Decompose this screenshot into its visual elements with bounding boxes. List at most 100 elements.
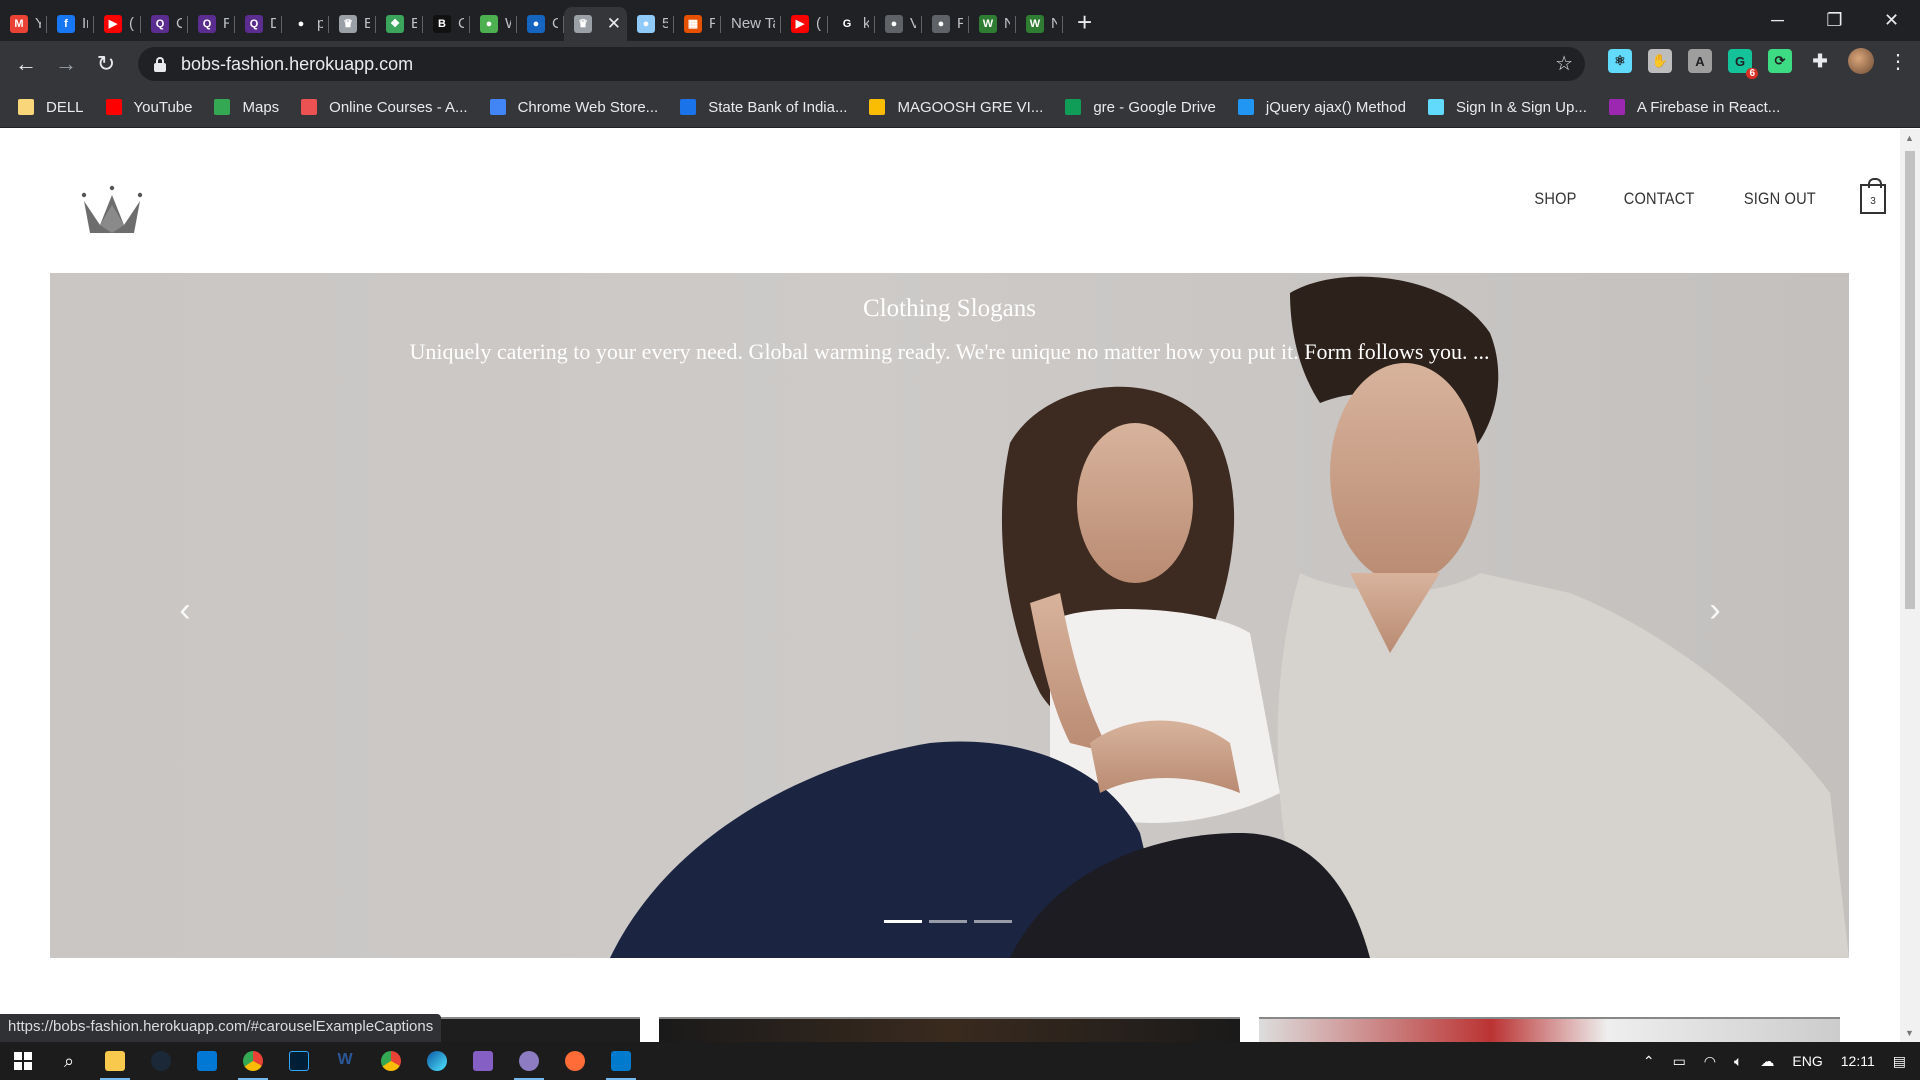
- puzzle-icon[interactable]: ✚: [1808, 49, 1832, 73]
- tab-favicon-icon: ●: [480, 14, 498, 33]
- browser-tab[interactable]: ● 50 (: [627, 7, 674, 41]
- taskbar-postman[interactable]: [552, 1042, 598, 1080]
- react-icon[interactable]: ⚛: [1608, 49, 1632, 73]
- taskbar-vscode[interactable]: [598, 1042, 644, 1080]
- taskbar-photoshop[interactable]: [276, 1042, 322, 1080]
- address-bar[interactable]: bobs-fashion.herokuapp.com ☆: [138, 47, 1585, 81]
- taskbar-app[interactable]: [506, 1042, 552, 1080]
- crown-logo-icon[interactable]: [80, 185, 144, 237]
- scrollbar-thumb[interactable]: [1905, 151, 1915, 609]
- bookmark-item[interactable]: MAGOOSH GRE VI...: [869, 99, 1043, 116]
- lock-icon[interactable]: [154, 57, 166, 72]
- browser-tab[interactable]: Gkarr: [828, 7, 875, 41]
- font-a-icon[interactable]: A: [1688, 49, 1712, 73]
- profile-avatar[interactable]: [1848, 48, 1874, 74]
- carousel-indicator[interactable]: [929, 920, 967, 923]
- nav-signout-link[interactable]: SIGN OUT: [1744, 189, 1816, 209]
- taskbar-chrome[interactable]: [230, 1042, 276, 1080]
- nav-shop-link[interactable]: SHOP: [1534, 189, 1576, 209]
- bookmark-item[interactable]: gre - Google Drive: [1065, 99, 1216, 116]
- wifi-icon[interactable]: ◠: [1704, 1053, 1716, 1070]
- taskbar-steam[interactable]: [138, 1042, 184, 1080]
- bookmark-star-icon[interactable]: ☆: [1555, 51, 1573, 76]
- forward-button[interactable]: →: [46, 44, 86, 84]
- extension-gray-icon[interactable]: ✋: [1648, 49, 1672, 73]
- category-card[interactable]: [1259, 1017, 1840, 1042]
- new-tab-button[interactable]: +: [1077, 7, 1092, 38]
- browser-tab[interactable]: W Nat: [1016, 7, 1063, 41]
- scroll-down-icon[interactable]: ▼: [1905, 1028, 1914, 1038]
- browser-tab[interactable]: ▶ (18: [781, 7, 828, 41]
- scroll-up-icon[interactable]: ▲: [1905, 133, 1914, 143]
- browser-tab[interactable]: f Ind: [47, 7, 94, 41]
- carousel-indicator[interactable]: [974, 920, 1012, 923]
- bookmark-item[interactable]: Maps: [214, 99, 279, 116]
- taskbar-vs[interactable]: [460, 1042, 506, 1080]
- browser-tab[interactable]: New Tab: [721, 7, 781, 41]
- bookmark-item[interactable]: jQuery ajax() Method: [1237, 99, 1406, 116]
- onedrive-icon[interactable]: ☁: [1760, 1053, 1774, 1070]
- browser-tab[interactable]: ▶ (18: [94, 7, 141, 41]
- start-button[interactable]: [0, 1042, 46, 1080]
- bookmark-item[interactable]: State Bank of India...: [680, 99, 847, 116]
- reload-button[interactable]: ↻: [86, 44, 126, 84]
- browser-tab[interactable]: ● Viev: [875, 7, 922, 41]
- bookmark-item[interactable]: Online Courses - A...: [301, 99, 468, 116]
- volume-icon[interactable]: 🔈︎: [1734, 1053, 1742, 1070]
- category-card[interactable]: [440, 1017, 640, 1042]
- browser-tab[interactable]: ♛ ✕: [564, 6, 627, 41]
- bookmark-item[interactable]: YouTube: [105, 99, 192, 116]
- chevron-left-icon: ‹: [179, 590, 191, 629]
- search-icon: ⌕: [63, 1050, 75, 1071]
- green-ext-icon[interactable]: ⟳: [1768, 49, 1792, 73]
- page-scrollbar[interactable]: ▲ ▼: [1900, 129, 1920, 1042]
- browser-tab[interactable]: ● Wat: [470, 7, 517, 41]
- tab-label: Dov: [270, 15, 276, 32]
- taskbar-mail[interactable]: [184, 1042, 230, 1080]
- tab-close-icon[interactable]: ✕: [601, 14, 621, 34]
- browser-tab[interactable]: Q Res: [188, 7, 235, 41]
- taskbar-file-explorer[interactable]: [92, 1042, 138, 1080]
- bookmark-item[interactable]: Sign In & Sign Up...: [1427, 99, 1587, 116]
- category-card[interactable]: [659, 1017, 1240, 1042]
- url-text[interactable]: bobs-fashion.herokuapp.com: [181, 54, 413, 75]
- search-button[interactable]: ⌕: [46, 1042, 92, 1080]
- browser-tab[interactable]: ♛ BoE: [329, 7, 376, 41]
- browser-tab[interactable]: B CSS: [423, 7, 470, 41]
- browser-tab[interactable]: ❖ Boo: [376, 7, 423, 41]
- carousel-next-control[interactable]: ›: [1695, 590, 1735, 630]
- browser-tab[interactable]: ▦ POI: [674, 7, 721, 41]
- notifications-icon[interactable]: ▤: [1893, 1053, 1906, 1070]
- browser-tab[interactable]: ● Per: [922, 7, 969, 41]
- restore-button[interactable]: ❐: [1806, 0, 1863, 41]
- bookmark-item[interactable]: DELL: [18, 99, 84, 116]
- taskbar-edge[interactable]: [414, 1042, 460, 1080]
- nav-contact-link[interactable]: CONTACT: [1624, 189, 1695, 209]
- grammarly-icon[interactable]: G6: [1728, 49, 1758, 79]
- extension-badge: 6: [1746, 68, 1758, 79]
- close-window-button[interactable]: ✕: [1863, 0, 1920, 41]
- back-button[interactable]: ←: [6, 44, 46, 84]
- bookmark-item[interactable]: A Firebase in React...: [1608, 99, 1780, 116]
- menu-kebab-icon[interactable]: ⋮: [1888, 49, 1908, 74]
- word-icon: W: [335, 1051, 355, 1071]
- minimize-button[interactable]: ─: [1749, 0, 1806, 41]
- battery-icon[interactable]: ▭: [1673, 1053, 1686, 1070]
- browser-tab[interactable]: Q Dov: [235, 7, 282, 41]
- taskbar-word[interactable]: W: [322, 1042, 368, 1080]
- browser-tab[interactable]: Q Coc: [141, 7, 188, 41]
- chevron-up-icon[interactable]: ⌃: [1643, 1053, 1655, 1070]
- bookmark-item[interactable]: Chrome Web Store...: [489, 99, 658, 116]
- shopping-bag-icon[interactable]: 3: [1860, 178, 1886, 214]
- browser-tab[interactable]: ● pra: [282, 7, 329, 41]
- browser-tab[interactable]: M You: [0, 7, 47, 41]
- carousel-indicator[interactable]: [884, 920, 922, 923]
- taskbar-chrome-profile[interactable]: [368, 1042, 414, 1080]
- clock[interactable]: 12:11: [1841, 1053, 1875, 1069]
- tabs: M You f Ind ▶ (18 Q Coc Q Res Q Dov ● pra ♛ BoE ❖ Boo B CSS…: [0, 1, 1063, 41]
- language-indicator[interactable]: ENG: [1792, 1053, 1822, 1069]
- browser-tab[interactable]: W Nat: [969, 7, 1016, 41]
- bookmark-favicon-icon: [105, 99, 122, 115]
- carousel-prev-control[interactable]: ‹: [165, 590, 205, 630]
- browser-tab[interactable]: ● CSS: [517, 7, 564, 41]
